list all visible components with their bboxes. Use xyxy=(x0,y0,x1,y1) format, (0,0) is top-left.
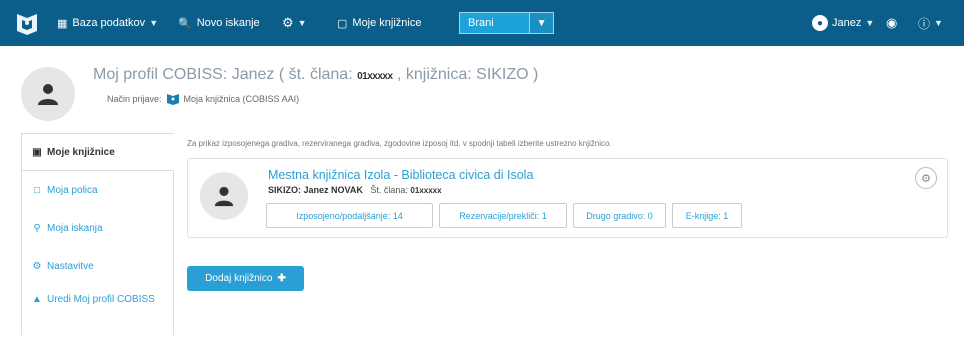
plus-icon: ✚ xyxy=(277,273,286,284)
gear-icon: ⚙ xyxy=(282,15,294,30)
member-number-masked: 01xxxxx xyxy=(410,186,442,195)
stat-reservations-button[interactable]: Rezervacije/prekliči: 1 xyxy=(439,203,567,228)
add-library-button[interactable]: Dodaj knjižnico ✚ xyxy=(187,266,304,291)
library-select[interactable]: Brani ▼ xyxy=(459,12,554,34)
my-libraries-label: Moje knjižnice xyxy=(352,17,422,29)
chevron-down-icon: ▼ xyxy=(934,18,943,28)
user-menu[interactable]: ● Janez ▼ xyxy=(812,0,874,46)
sidebar-item-label: Moja iskanja xyxy=(47,222,103,234)
login-method: Način prijave: Moja knjižnica (COBISS AA… xyxy=(107,92,299,106)
library-avatar xyxy=(200,172,248,220)
user-menu-label: Janez xyxy=(832,17,862,29)
stat-other-material-button[interactable]: Drugo gradivo: 0 xyxy=(573,203,666,228)
member-number-label: Št. člana: xyxy=(370,185,408,195)
page-title: Moj profil COBISS: Janez ( št. člana: 01… xyxy=(93,66,538,84)
book-icon: ▢ xyxy=(337,17,348,30)
user-icon: ▲ xyxy=(32,294,42,305)
stat-loans-button[interactable]: Izposojeno/podaljšanje: 14 xyxy=(266,203,433,228)
my-libraries-link[interactable]: ▢ Moje knjižnice xyxy=(337,0,422,46)
help-icon: ⓘ xyxy=(918,16,931,31)
new-search-link[interactable]: 🔍 Novo iskanje xyxy=(178,0,260,46)
login-method-value: Moja knjižnica (COBISS AAI) xyxy=(183,94,300,104)
library-stats: Izposojeno/podaljšanje: 14 Rezervacije/p… xyxy=(266,203,748,228)
library-user-name: SIKIZO: Janez NOVAK xyxy=(268,185,363,195)
library-select-value: Brani xyxy=(468,17,494,29)
stat-ebooks-button[interactable]: E-knjige: 1 xyxy=(672,203,742,228)
add-library-label: Dodaj knjižnico xyxy=(205,273,273,284)
database-menu-label: Baza podatkov xyxy=(72,17,146,29)
library-card: Mestna knjižnica Izola - Biblioteca civi… xyxy=(187,158,948,238)
eye-icon: ◉ xyxy=(886,15,898,30)
settings-menu[interactable]: ⚙ ▼ xyxy=(282,0,307,46)
database-icon: ▦ xyxy=(57,17,68,30)
library-settings-button[interactable]: ⚙ xyxy=(915,167,937,189)
page-title-prefix: Moj profil COBISS: Janez ( št. člana: xyxy=(93,66,353,83)
page-title-suffix: , knjižnica: SIKIZO ) xyxy=(397,66,539,83)
bookmark-icon: □ xyxy=(33,184,41,196)
sidebar-item-label: Moje knjižnice xyxy=(47,146,115,158)
help-menu[interactable]: ⓘ ▼ xyxy=(918,0,943,46)
login-method-label: Način prijave: xyxy=(107,94,162,104)
sidebar-item-edit-profile[interactable]: ▲ Uredi Moj profil COBISS xyxy=(21,285,174,335)
search-icon: ⚲ xyxy=(33,222,41,234)
profile-avatar xyxy=(21,67,75,121)
cobiss-logo-icon[interactable] xyxy=(14,10,40,36)
user-icon xyxy=(214,186,234,207)
user-icon: ● xyxy=(812,15,828,31)
top-navbar: ▦ Baza podatkov ▼ 🔍 Novo iskanje ⚙ ▼ ▢ M… xyxy=(0,0,964,46)
chevron-down-icon: ▼ xyxy=(865,18,875,28)
chevron-down-icon: ▼ xyxy=(297,18,307,28)
library-icon: ▣ xyxy=(32,146,42,158)
gear-icon: ⚙ xyxy=(921,172,931,185)
sidebar-item-my-libraries[interactable]: ▣ Moje knjižnice xyxy=(21,133,174,171)
library-user-info: SIKIZO: Janez NOVAK Št. člana: 01xxxxx xyxy=(268,185,442,195)
sidebar-item-settings[interactable]: ⚙ Nastavitve xyxy=(21,247,174,285)
sidebar-item-label: Moja polica xyxy=(47,184,98,196)
cobiss-logo-icon xyxy=(166,94,179,105)
sidebar-item-my-searches[interactable]: ⚲ Moja iskanja xyxy=(21,209,174,247)
search-icon: 🔍 xyxy=(178,17,192,30)
visibility-toggle[interactable]: ◉ xyxy=(886,0,897,46)
cogs-icon: ⚙ xyxy=(32,260,42,272)
library-name-link[interactable]: Mestna knjižnica Izola - Biblioteca civi… xyxy=(268,168,533,182)
chevron-down-icon[interactable]: ▼ xyxy=(529,13,553,33)
member-number-masked: 01xxxxx xyxy=(357,71,393,82)
database-menu[interactable]: ▦ Baza podatkov ▼ xyxy=(57,0,158,46)
chevron-down-icon: ▼ xyxy=(149,18,159,28)
new-search-label: Novo iskanje xyxy=(196,17,260,29)
sidebar-item-label: Uredi Moj profil COBISS xyxy=(47,294,155,305)
user-icon xyxy=(38,84,58,105)
sidebar: ▣ Moje knjižnice □ Moja polica ⚲ Moja is… xyxy=(21,133,174,335)
sidebar-item-label: Nastavitve xyxy=(47,260,94,272)
info-text: Za prikaz izposojenega gradiva, rezervir… xyxy=(187,139,612,148)
sidebar-item-my-shelf[interactable]: □ Moja polica xyxy=(21,171,174,209)
